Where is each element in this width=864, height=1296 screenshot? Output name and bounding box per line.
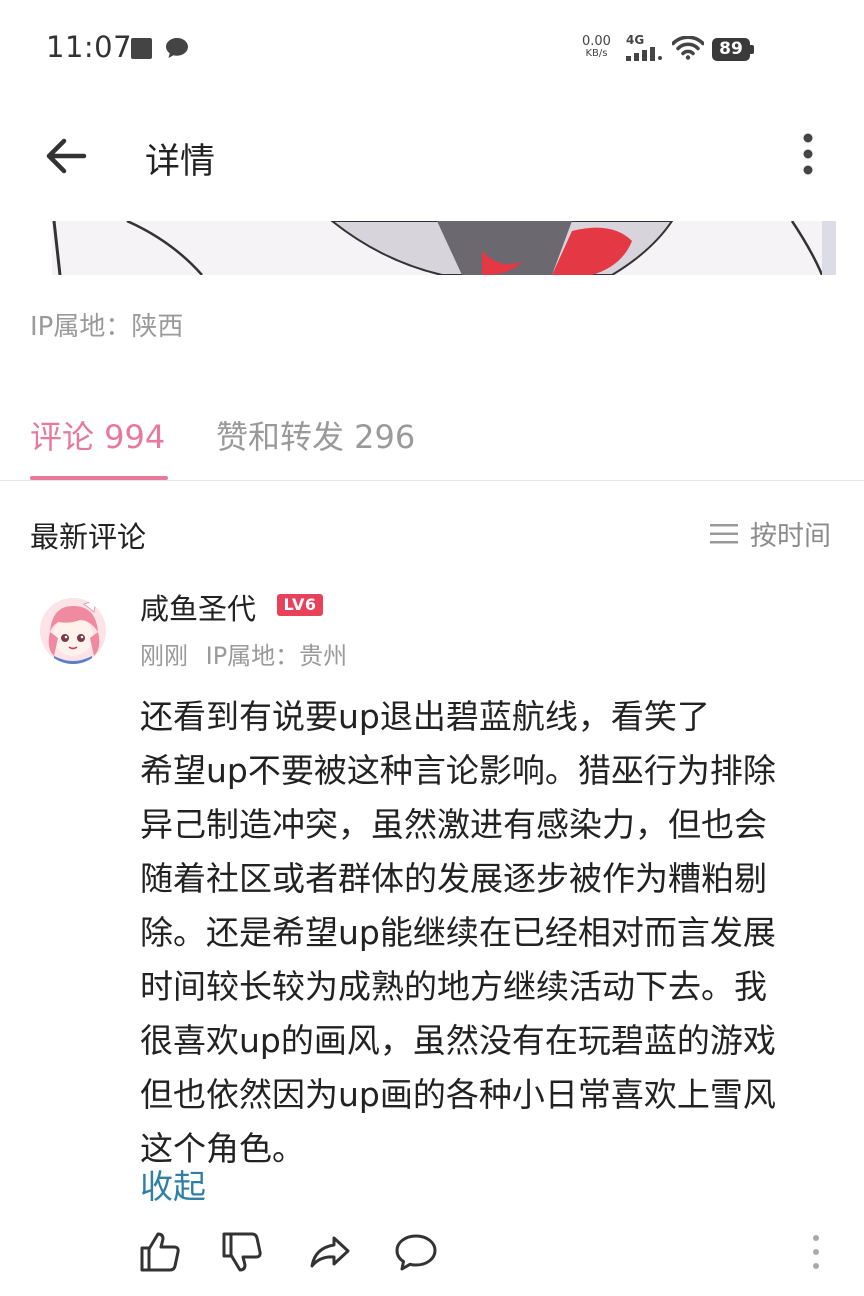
net-speed: 0.00 KB/s [582, 34, 611, 60]
chat-bubble-icon [164, 36, 190, 64]
battery-tip [750, 45, 754, 54]
status-time: 11:07 [46, 30, 133, 64]
more-options-button[interactable] [790, 130, 826, 180]
comment-line: 还看到有说要up退出碧蓝航线，看笑了 [140, 697, 710, 736]
comment-line: 但也依然因为up画的各种小日常喜欢上雪风 [140, 1075, 776, 1114]
share-arrow-icon [310, 1236, 350, 1268]
cellular-signal-icon: 4G [626, 34, 666, 61]
more-vertical-icon [803, 133, 813, 175]
sort-by-time-button[interactable]: 按时间 [710, 514, 831, 553]
comment-username[interactable]: 咸鱼圣代 [140, 586, 256, 628]
net-speed-value: 0.00 [582, 34, 611, 49]
network-type: 4G [626, 33, 645, 47]
thumbs-down-icon [222, 1232, 262, 1272]
level-badge: LV6 [277, 594, 323, 616]
media-stop-icon [131, 38, 152, 59]
more-vertical-icon [813, 1235, 819, 1269]
wifi-icon [671, 35, 705, 64]
comment-line: 异己制造冲突，虽然激进有感染力，但也会 [140, 805, 767, 844]
comment-line: 时间较长较为成熟的地方继续活动下去。我 [140, 967, 767, 1006]
page-title: 详情 [145, 142, 216, 182]
avatar[interactable] [40, 598, 106, 664]
comment-text: 还看到有说要up退出碧蓝航线，看笑了 希望up不要被这种言论影响。猎巫行为排除 … [140, 690, 840, 1176]
net-speed-unit: KB/s [585, 48, 608, 59]
share-button[interactable] [306, 1228, 354, 1276]
comments-section-title: 最新评论 [30, 520, 147, 554]
tab-comments[interactable]: 评论 994 [30, 412, 165, 458]
comment-more-button[interactable] [806, 1232, 826, 1272]
anime-girl-avatar-image [40, 598, 106, 664]
sort-label: 按时间 [750, 521, 831, 552]
comment-line: 除。还是希望up能继续在已经相对而言发展 [140, 913, 776, 952]
battery-level: 89 [712, 38, 750, 61]
back-button[interactable] [40, 130, 92, 182]
comment-meta: 刚刚 IP属地：贵州 [140, 642, 348, 670]
tab-likes-reposts[interactable]: 赞和转发 296 [216, 412, 415, 458]
arrow-left-icon [46, 138, 87, 174]
sort-lines-icon [710, 523, 738, 543]
comment-line: 这个角色。 [140, 1129, 305, 1168]
tab-divider [0, 480, 864, 481]
post-ip-location: IP属地：陕西 [30, 312, 184, 342]
illustration-image [52, 221, 836, 275]
comment-line: 随着社区或者群体的发展逐步被作为糟粕剔 [140, 859, 767, 898]
thumbs-up-icon [140, 1232, 180, 1272]
comment-line: 很喜欢up的画风，虽然没有在玩碧蓝的游戏 [140, 1021, 776, 1060]
post-image[interactable] [52, 221, 836, 275]
comment-bubble-icon [395, 1234, 437, 1271]
like-button[interactable] [136, 1228, 184, 1276]
comment-line: 希望up不要被这种言论影响。猎巫行为排除 [140, 751, 776, 790]
collapse-link[interactable]: 收起 [140, 1160, 206, 1208]
reply-button[interactable] [392, 1228, 440, 1276]
dislike-button[interactable] [218, 1228, 266, 1276]
